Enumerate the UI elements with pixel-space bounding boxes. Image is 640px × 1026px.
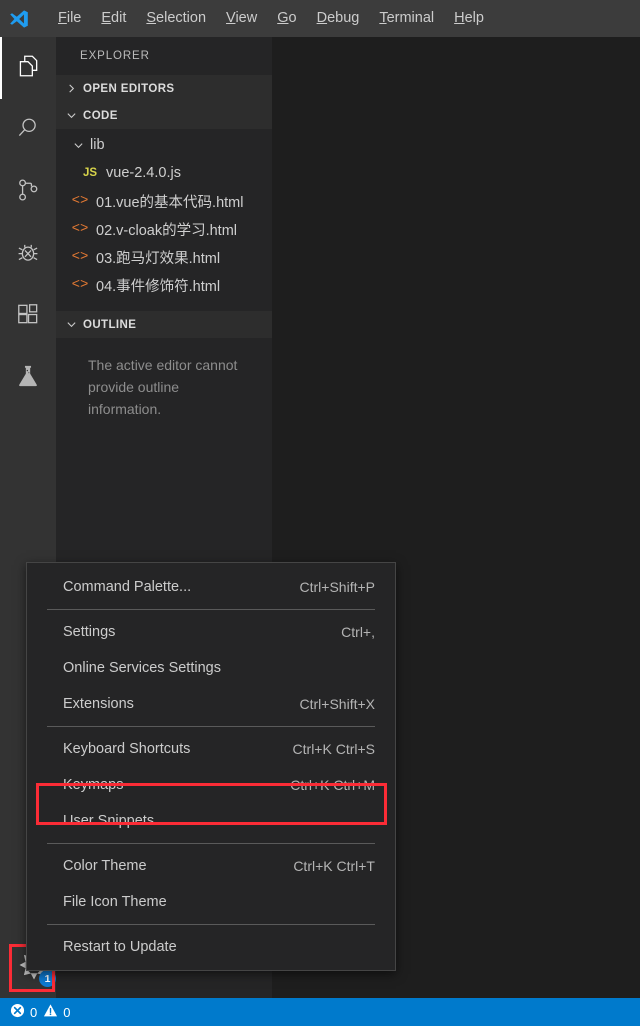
menu-item-label: Color Theme	[63, 858, 147, 874]
menu-item-shortcut: Ctrl+K Ctrl+S	[292, 741, 375, 757]
tree-item-folder-lib[interactable]: lib	[56, 131, 272, 159]
warning-triangle-icon	[43, 1003, 58, 1021]
error-circle-icon	[10, 1003, 25, 1021]
activity-item-debug[interactable]	[0, 223, 56, 285]
tree-item-file-02[interactable]: <> 02.v-cloak的学习.html	[56, 215, 272, 243]
menu-item-label: Online Services Settings	[63, 660, 221, 676]
section-outline[interactable]: OUTLINE	[56, 311, 272, 338]
warning-count: 0	[63, 1004, 71, 1020]
status-problems[interactable]: 0 0	[10, 1003, 76, 1021]
menu-item-keymaps[interactable]: Keymaps Ctrl+K Ctrl+M	[27, 767, 395, 803]
beaker-flask-icon	[15, 363, 41, 394]
html-file-icon: <>	[71, 277, 89, 293]
menu-item-color-theme[interactable]: Color Theme Ctrl+K Ctrl+T	[27, 848, 395, 884]
manage-context-menu: Command Palette... Ctrl+Shift+P Settings…	[26, 562, 396, 971]
tree-item-label: 04.事件修饰符.html	[96, 278, 221, 295]
activity-item-explorer[interactable]	[0, 37, 56, 99]
activity-item-source-control[interactable]	[0, 161, 56, 223]
html-file-icon: <>	[71, 249, 89, 265]
menu-view[interactable]: View	[216, 7, 267, 30]
menu-item-label: Keymaps	[63, 777, 124, 793]
menu-item-shortcut: Ctrl+Shift+P	[299, 579, 375, 595]
section-code-label: CODE	[83, 109, 118, 122]
menu-debug[interactable]: Debug	[307, 7, 370, 30]
chevron-right-icon	[63, 81, 79, 97]
menu-item-shortcut: Ctrl+K Ctrl+T	[293, 858, 375, 874]
status-bar: 0 0	[0, 998, 640, 1026]
menu-item-settings[interactable]: Settings Ctrl+,	[27, 614, 395, 650]
tree-item-file-01[interactable]: <> 01.vue的基本代码.html	[56, 187, 272, 215]
debug-bug-icon	[15, 239, 41, 270]
menu-item-label: Keyboard Shortcuts	[63, 741, 191, 757]
source-control-icon	[15, 177, 41, 208]
tree-item-label: 02.v-cloak的学习.html	[96, 222, 238, 239]
file-tree: lib JS vue-2.4.0.js <> 01.vue的基本代码.html …	[56, 129, 272, 299]
activity-item-extensions[interactable]	[0, 285, 56, 347]
files-icon	[15, 53, 41, 84]
tree-item-label: 03.跑马灯效果.html	[96, 250, 221, 267]
chevron-down-icon	[63, 317, 79, 333]
activity-item-search[interactable]	[0, 99, 56, 161]
menu-separator	[47, 609, 375, 610]
tree-item-label: vue-2.4.0.js	[106, 165, 181, 181]
chevron-down-icon	[70, 137, 86, 153]
menu-bar-items: File Edit Selection View Go Debug Termin…	[48, 0, 494, 37]
menu-help[interactable]: Help	[444, 7, 494, 30]
menu-item-label: User Snippets	[63, 813, 155, 829]
menu-item-command-palette[interactable]: Command Palette... Ctrl+Shift+P	[27, 569, 395, 605]
menu-file[interactable]: File	[48, 7, 91, 30]
menu-item-shortcut: Ctrl+K Ctrl+M	[290, 777, 375, 793]
tree-item-file-vue-js[interactable]: JS vue-2.4.0.js	[56, 159, 272, 187]
menu-item-shortcut: Ctrl+,	[341, 624, 375, 640]
js-file-icon: JS	[82, 167, 98, 179]
menu-item-keyboard-shortcuts[interactable]: Keyboard Shortcuts Ctrl+K Ctrl+S	[27, 731, 395, 767]
vscode-logo-icon	[0, 0, 38, 37]
html-file-icon: <>	[71, 193, 89, 209]
section-open-editors[interactable]: OPEN EDITORS	[56, 75, 272, 102]
html-file-icon: <>	[71, 221, 89, 237]
tree-item-file-03[interactable]: <> 03.跑马灯效果.html	[56, 243, 272, 271]
sidebar-title: EXPLORER	[80, 50, 150, 62]
menu-item-label: File Icon Theme	[63, 894, 167, 910]
error-count: 0	[30, 1004, 38, 1020]
menu-item-user-snippets[interactable]: User Snippets	[27, 803, 395, 839]
menu-item-label: Restart to Update	[63, 939, 177, 955]
tree-item-label: 01.vue的基本代码.html	[96, 194, 244, 211]
gear-badge-count: 1	[39, 970, 56, 987]
menu-terminal[interactable]: Terminal	[369, 7, 444, 30]
section-code[interactable]: CODE	[56, 102, 272, 129]
menu-item-label: Settings	[63, 624, 116, 640]
outline-empty-message: The active editor cannot provide outline…	[88, 357, 238, 417]
menu-item-shortcut: Ctrl+Shift+X	[299, 696, 375, 712]
menu-item-online-services-settings[interactable]: Online Services Settings	[27, 650, 395, 686]
menu-item-restart-to-update[interactable]: Restart to Update	[27, 929, 395, 965]
menu-edit[interactable]: Edit	[91, 7, 136, 30]
menu-separator	[47, 843, 375, 844]
menu-selection[interactable]: Selection	[136, 7, 216, 30]
menu-item-label: Extensions	[63, 696, 134, 712]
tree-item-label: lib	[90, 137, 105, 153]
menu-go[interactable]: Go	[267, 7, 306, 30]
section-outline-label: OUTLINE	[83, 318, 137, 331]
menu-separator	[47, 924, 375, 925]
menu-item-extensions[interactable]: Extensions Ctrl+Shift+X	[27, 686, 395, 722]
section-open-editors-label: OPEN EDITORS	[83, 82, 175, 95]
activity-item-testing[interactable]	[0, 347, 56, 409]
menu-item-file-icon-theme[interactable]: File Icon Theme	[27, 884, 395, 920]
search-icon	[15, 115, 41, 146]
chevron-down-icon	[63, 108, 79, 124]
menu-item-label: Command Palette...	[63, 579, 192, 595]
menu-separator	[47, 726, 375, 727]
tree-item-file-04[interactable]: <> 04.事件修饰符.html	[56, 271, 272, 299]
menu-bar: File Edit Selection View Go Debug Termin…	[0, 0, 640, 37]
extensions-icon	[15, 301, 41, 332]
